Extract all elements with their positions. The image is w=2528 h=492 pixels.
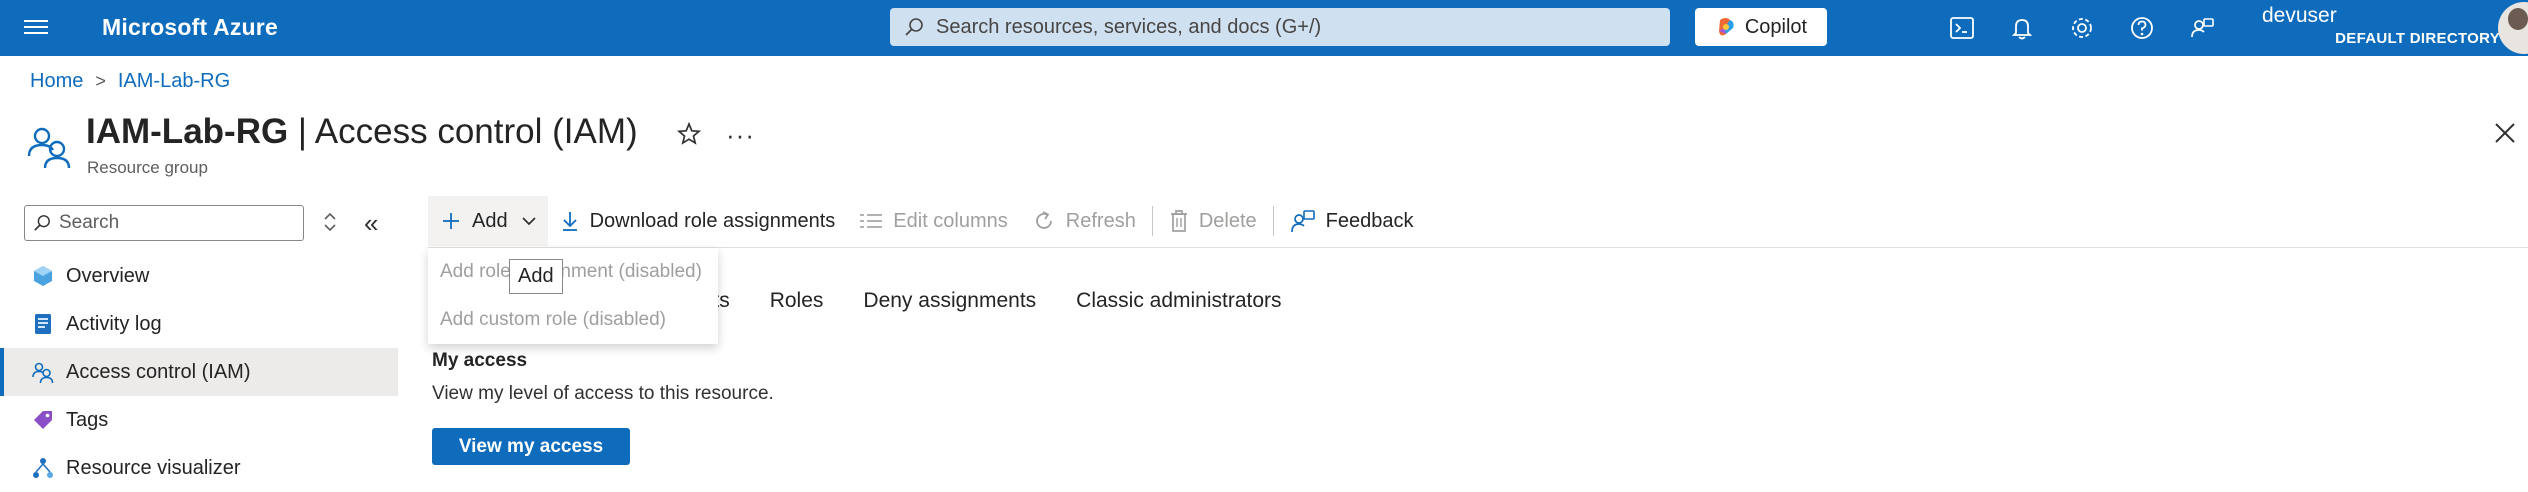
feedback-label: Feedback [1325, 209, 1414, 232]
download-icon [562, 212, 577, 231]
tab-deny-assignments[interactable]: Deny assignments [843, 284, 1056, 318]
command-divider [1151, 206, 1153, 236]
refresh-button[interactable]: Refresh [1020, 196, 1148, 246]
delete-icon [1170, 210, 1187, 232]
copilot-icon [1718, 18, 1734, 36]
chevron-down-icon [521, 217, 536, 226]
download-role-assignments-button[interactable]: Download role assignments [548, 196, 848, 246]
edit-columns-label: Edit columns [893, 209, 1008, 232]
nav-search-input[interactable] [57, 211, 287, 235]
add-dropdown-menu: Add role assignment (disabled) Add custo… [428, 248, 718, 344]
nav-search[interactable] [24, 205, 304, 241]
global-search-input[interactable] [934, 14, 1634, 40]
feedback-icon [1290, 210, 1315, 233]
brand-name[interactable]: Microsoft Azure [102, 14, 278, 41]
command-bar: Add Download role assignments Edit colum… [428, 196, 1425, 246]
menu-item-add-role-assignment[interactable]: Add role assignment (disabled) [428, 248, 718, 296]
resource-visualizer-icon [30, 455, 56, 481]
iam-page-icon [27, 127, 71, 169]
help-icon[interactable] [2128, 14, 2156, 42]
favorite-star-icon[interactable] [675, 120, 703, 148]
search-icon [905, 18, 923, 36]
command-bar-divider [428, 247, 2528, 248]
breadcrumb-resource-group[interactable]: IAM-Lab-RG [118, 70, 230, 93]
search-icon [34, 215, 50, 231]
nav-item-access-control[interactable]: Access control (IAM) [0, 348, 398, 396]
nav-item-tags[interactable]: Tags [0, 396, 398, 444]
tab-roles[interactable]: Roles [750, 284, 844, 318]
nav-item-resource-visualizer[interactable]: Resource visualizer [0, 444, 398, 492]
refresh-label: Refresh [1065, 209, 1136, 232]
tags-icon [30, 407, 56, 433]
my-access-heading: My access [432, 350, 528, 371]
more-options-icon[interactable]: ··· [726, 120, 755, 151]
copilot-label: Copilot [1744, 15, 1808, 38]
tab-classic-administrators[interactable]: Classic administrators [1056, 284, 1301, 318]
cloud-shell-icon[interactable] [1948, 14, 1976, 42]
overview-icon [30, 263, 56, 289]
add-button-label: Add [472, 209, 508, 232]
page-title-resource: IAM-Lab-RG [86, 112, 289, 151]
global-search[interactable] [890, 8, 1670, 46]
user-name[interactable]: devuser [2262, 4, 2337, 28]
page-title-section: | Access control (IAM) [288, 112, 638, 151]
breadcrumb-home[interactable]: Home [30, 70, 83, 93]
add-button[interactable]: Add [428, 196, 548, 246]
settings-icon[interactable] [2068, 14, 2096, 42]
user-directory[interactable]: DEFAULT DIRECTORY [2335, 30, 2500, 47]
nav-item-overview[interactable]: Overview [0, 252, 398, 300]
top-bar: Microsoft Azure Copilot [0, 0, 2528, 56]
sort-updown-icon[interactable] [320, 210, 340, 234]
add-icon [443, 213, 459, 229]
add-tooltip: Add [509, 259, 563, 294]
nav-item-label: Resource visualizer [66, 456, 241, 479]
refresh-icon [1035, 211, 1052, 229]
menu-icon[interactable] [24, 16, 48, 40]
menu-item-add-custom-role[interactable]: Add custom role (disabled) [428, 296, 718, 344]
view-my-access-button[interactable]: View my access [432, 428, 630, 465]
breadcrumb: Home > IAM-Lab-RG [30, 70, 230, 93]
page-title: IAM-Lab-RG | Access control (IAM) [86, 112, 638, 152]
nav-item-label: Activity log [66, 312, 162, 335]
delete-label: Delete [1198, 209, 1257, 232]
nav-list: Overview Activity log Access control (IA… [0, 252, 398, 492]
nav-item-activity-log[interactable]: Activity log [0, 300, 398, 348]
collapse-nav-icon[interactable]: « [364, 208, 378, 239]
edit-columns-button[interactable]: Edit columns [847, 196, 1020, 246]
nav-item-label: Overview [66, 264, 150, 287]
edit-columns-icon [860, 214, 883, 228]
nav-item-label: Tags [66, 408, 109, 431]
feedback-icon[interactable] [2188, 14, 2216, 42]
breadcrumb-separator: > [95, 71, 106, 91]
page-subtitle: Resource group [87, 158, 208, 177]
download-label: Download role assignments [589, 209, 836, 232]
nav-item-label: Access control (IAM) [66, 360, 251, 383]
activity-log-icon [30, 311, 56, 337]
notifications-icon[interactable] [2008, 14, 2036, 42]
delete-button[interactable]: Delete [1157, 196, 1269, 246]
iam-icon [30, 359, 56, 385]
avatar[interactable] [2498, 2, 2528, 54]
copilot-button[interactable]: Copilot [1695, 8, 1827, 46]
command-divider [1272, 206, 1274, 236]
close-icon[interactable] [2490, 118, 2520, 148]
feedback-button[interactable]: Feedback [1278, 196, 1426, 246]
my-access-description: View my level of access to this resource… [432, 383, 774, 404]
